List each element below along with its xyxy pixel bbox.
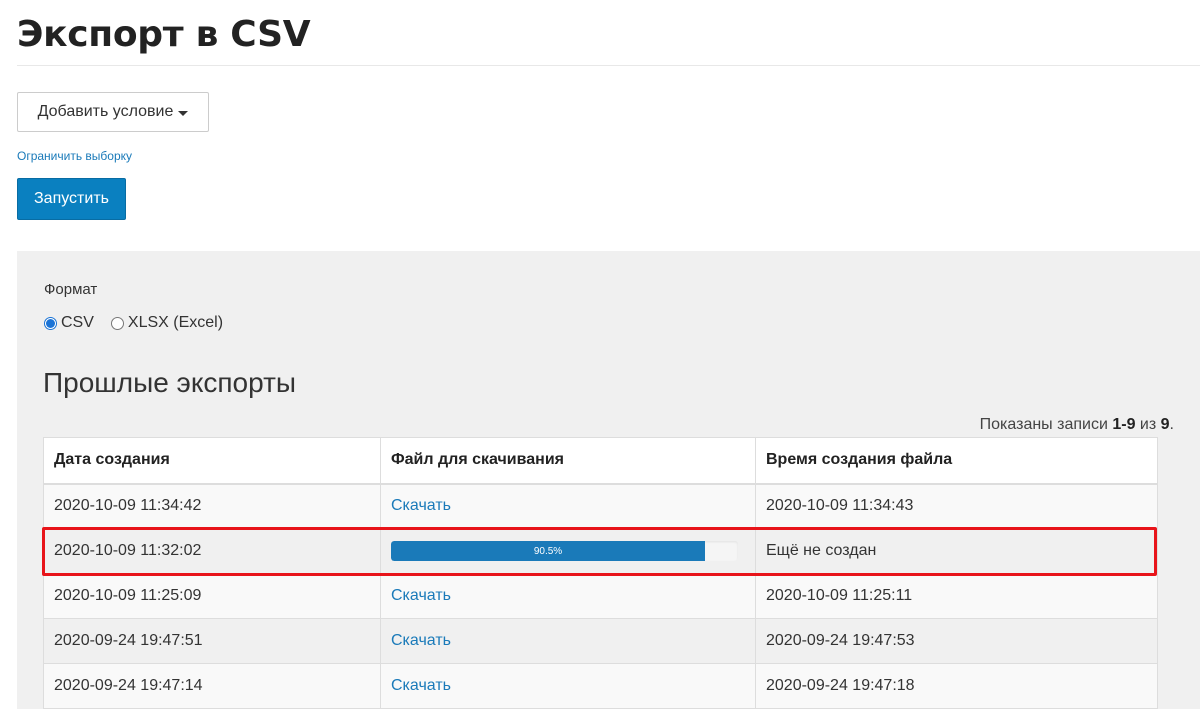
records-prefix: Показаны записи — [979, 416, 1113, 433]
download-link[interactable]: Скачать — [391, 587, 451, 604]
file-cell: Скачать — [380, 663, 756, 709]
export-panel: Формат CSV XLSX (Excel) Прошлые экспорты… — [17, 251, 1200, 709]
format-option-xlsx[interactable]: XLSX (Excel) — [110, 314, 224, 332]
created-cell: 2020-09-24 19:47:51 — [43, 618, 381, 664]
file-created-cell: 2020-10-09 11:25:11 — [755, 573, 1158, 619]
run-button[interactable]: Запустить — [17, 178, 126, 220]
file-cell: Скачать — [380, 618, 756, 664]
records-total: 9 — [1160, 416, 1170, 433]
limit-selection-link[interactable]: Ограничить выборку — [17, 149, 132, 163]
column-header-file-created: Время создания файла — [755, 437, 1158, 485]
created-cell: 2020-10-09 11:34:42 — [43, 483, 381, 529]
caret-down-icon — [178, 110, 189, 116]
records-suffix: . — [1169, 416, 1174, 433]
created-cell: 2020-10-09 11:25:09 — [43, 573, 381, 619]
records-summary: Показаны записи 1-9 из 9. — [980, 416, 1174, 434]
add-condition-label: Добавить условие — [37, 103, 174, 120]
records-mid: из — [1135, 416, 1161, 433]
title-divider — [17, 65, 1200, 66]
table-row: 2020-10-09 11:25:09 Скачать 2020-10-09 1… — [43, 573, 1158, 619]
table-row: 2020-09-24 19:47:14 Скачать 2020-09-24 1… — [43, 663, 1158, 709]
radio-unchecked-icon[interactable] — [110, 316, 124, 330]
add-condition-dropdown[interactable]: Добавить условие — [17, 92, 209, 132]
download-link[interactable]: Скачать — [391, 677, 451, 694]
radio-checked-icon[interactable] — [44, 316, 57, 330]
records-range: 1-9 — [1112, 416, 1136, 433]
table-header-row: Дата создания Файл для скачивания Время … — [43, 437, 1158, 485]
file-cell: Скачать — [380, 573, 756, 619]
file-cell: 90.5% — [380, 528, 756, 574]
format-option-csv[interactable]: CSV — [44, 314, 94, 332]
column-header-created: Дата создания — [43, 437, 381, 485]
file-cell: Скачать — [380, 483, 756, 529]
file-created-cell: Ещё не создан — [755, 528, 1158, 574]
file-created-cell: 2020-09-24 19:47:53 — [755, 618, 1158, 664]
created-cell: 2020-09-24 19:47:14 — [43, 663, 381, 709]
download-link[interactable]: Скачать — [391, 632, 451, 649]
past-exports-title: Прошлые экспорты — [43, 367, 297, 398]
created-cell: 2020-10-09 11:32:02 — [43, 528, 381, 574]
table-row: 2020-10-09 11:32:02 90.5% Ещё не создан — [43, 528, 1158, 574]
past-exports-table: Дата создания Файл для скачивания Время … — [43, 437, 1158, 709]
column-header-file: Файл для скачивания — [380, 437, 756, 485]
file-created-cell: 2020-10-09 11:34:43 — [755, 483, 1158, 529]
download-link[interactable]: Скачать — [391, 497, 451, 514]
progress-label: 90.5% — [533, 545, 563, 557]
table-row: 2020-10-09 11:34:42 Скачать 2020-10-09 1… — [43, 483, 1158, 529]
file-created-cell: 2020-09-24 19:47:18 — [755, 663, 1158, 709]
format-option-label: CSV — [61, 314, 94, 331]
format-label: Формат — [44, 281, 98, 298]
format-option-label: XLSX (Excel) — [127, 314, 224, 331]
format-radio-group: CSV XLSX (Excel) — [44, 314, 240, 332]
page-title: Экспорт в CSV — [17, 14, 311, 55]
export-progress-bar: 90.5% — [391, 541, 738, 561]
table-row: 2020-09-24 19:47:51 Скачать 2020-09-24 1… — [43, 618, 1158, 664]
